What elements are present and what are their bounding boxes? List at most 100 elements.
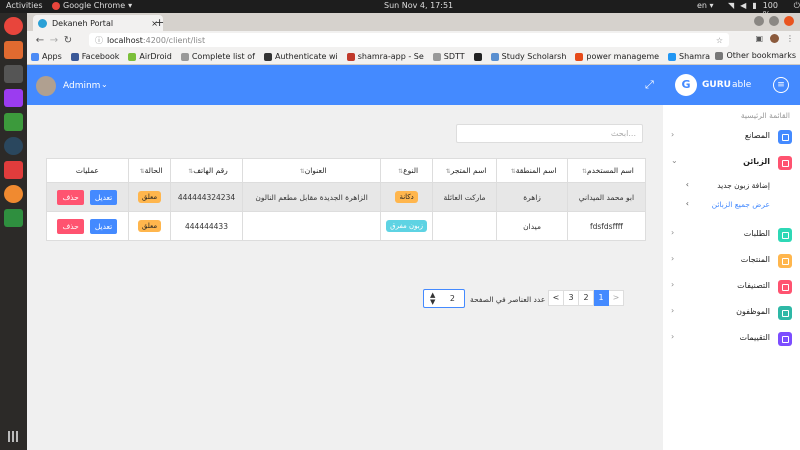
stepper-arrows-icon: ▲ ▼ (430, 291, 436, 306)
sidebar-sub-item[interactable]: › عرض جميع الزبائن (663, 198, 800, 212)
info-icon: ⓘ (95, 35, 103, 45)
edit-button[interactable]: تعديل (89, 189, 118, 205)
sidebar-item[interactable]: الطلبات ‹ (663, 225, 800, 245)
sidebar-item-label: المصانع (744, 131, 770, 140)
bookmark-item[interactable]: SDTT (432, 52, 465, 61)
sidebar-sub-item-label: إضافة زبون جديد (717, 181, 770, 190)
dock-phpstorm-icon[interactable] (4, 89, 23, 107)
column-header[interactable]: العنوان⇅ (241, 158, 382, 183)
app-menu[interactable]: Google Chrome ▾ (52, 1, 132, 10)
sidebar-item-icon (778, 254, 792, 268)
delete-button[interactable]: حذف (57, 218, 84, 234)
bookmark-item[interactable]: Complete list of (180, 52, 255, 61)
dock-files-icon[interactable] (4, 41, 23, 59)
clock[interactable]: Sun Nov 4, 17:51 (384, 1, 453, 10)
maximize-icon[interactable] (769, 16, 779, 26)
navigation-bar: ← → ↻ ⓘ localhost:4200/client/list ☆ ▣ ⋮ (27, 31, 800, 49)
cell-store: ماركت العائلة (431, 182, 498, 212)
pagination-page[interactable]: 3 (563, 290, 579, 306)
dock-app-green-icon[interactable] (4, 113, 23, 131)
dock-terminal-icon[interactable] (4, 65, 23, 83)
bookmark-favicon-icon (180, 52, 189, 61)
dock-chrome-icon[interactable] (4, 17, 23, 35)
sidebar-item[interactable]: الزبائن ⌄ (663, 153, 800, 173)
new-tab-button[interactable]: + (155, 16, 164, 29)
bookmark-item[interactable]: Study Scholarsh (490, 52, 566, 61)
user-menu-chevron-icon[interactable]: ⌄ (101, 80, 108, 89)
clients-table: اسم المستخدم⇅ اسم المنطقة⇅ اسم المتجر⇅ النو… (46, 158, 647, 241)
bookmark-label: Facebook (81, 52, 120, 61)
dock-app-red-icon[interactable] (4, 161, 23, 179)
bookmark-favicon-icon (70, 52, 79, 61)
profile-avatar-icon[interactable] (770, 34, 779, 43)
back-icon[interactable]: ← (33, 35, 47, 46)
user-name[interactable]: Adminm (63, 81, 100, 91)
show-apps-icon[interactable] (8, 431, 19, 442)
minimize-icon[interactable] (754, 16, 764, 26)
type-badge: زبون مفرق (386, 220, 428, 232)
status-badge: معلق (137, 220, 162, 232)
sidebar-item[interactable]: التقييمات ‹ (663, 329, 800, 349)
column-header[interactable]: النوع⇅ (380, 158, 433, 183)
search-input[interactable] (456, 124, 643, 143)
extension-icon[interactable]: ▣ (755, 34, 763, 43)
table-row: ابو محمد الميداني زاهرة ماركت العائلة دكانة… (46, 182, 647, 212)
bookmark-item[interactable]: AirDroid (128, 52, 172, 61)
keyboard-language[interactable]: en ▾ (697, 1, 714, 10)
sidebar-sub-item[interactable]: › إضافة زبون جديد (663, 179, 800, 193)
sidebar-item[interactable]: التصنيفات ‹ (663, 277, 800, 297)
fullscreen-icon[interactable]: ⤢ (645, 78, 654, 92)
column-header[interactable]: اسم المنطقة⇅ (496, 158, 568, 183)
browser-actions: ▣ ⋮ (755, 34, 794, 43)
cell-region: زاهرة (496, 182, 568, 212)
delete-button[interactable]: حذف (57, 189, 84, 205)
browser-tab[interactable]: Dekaneh Portal × (33, 15, 163, 31)
bookmark-item[interactable]: Apps (31, 52, 62, 61)
reload-icon[interactable]: ↻ (61, 35, 75, 46)
bookmark-favicon-icon (31, 52, 39, 61)
activities-button[interactable]: Activities (6, 1, 43, 10)
brand-suffix: able (732, 80, 752, 90)
sidebar-item-icon (778, 280, 792, 294)
cell-status: معلق (127, 211, 172, 241)
bookmark-item[interactable]: shamra-app - Se (346, 52, 424, 61)
close-window-icon[interactable] (784, 16, 794, 26)
sidebar-item[interactable]: المنتجات ‹ (663, 251, 800, 271)
dock-app-orange-icon[interactable] (4, 185, 23, 203)
sidebar-item[interactable]: المصانع ‹ (663, 127, 800, 147)
url-host: localhost (107, 35, 143, 45)
bookmark-item[interactable]: Authenticate wi (263, 52, 338, 61)
sidebar-item-label: الزبائن (743, 157, 770, 166)
bookmark-label: power manageme (586, 52, 660, 61)
column-header-label: اسم المنطقة (515, 166, 557, 175)
bookmark-item[interactable]: power manageme (575, 52, 659, 61)
column-header[interactable]: اسم المستخدم⇅ (566, 158, 647, 183)
column-header[interactable]: رقم الهاتف⇅ (170, 158, 243, 183)
cell-store (431, 211, 498, 241)
menu-toggle-icon[interactable]: ≡ (773, 77, 789, 93)
column-header-label: عمليات (75, 166, 99, 175)
forward-icon[interactable]: → (47, 35, 61, 46)
bookmark-favicon-icon (432, 52, 441, 61)
cell-actions: تعديل حذف (46, 182, 129, 212)
user-avatar[interactable] (36, 76, 56, 96)
other-bookmarks[interactable]: Other bookmarks (711, 51, 796, 60)
pagination-next[interactable]: > (548, 290, 564, 306)
column-header[interactable]: اسم المتجر⇅ (431, 158, 498, 183)
bookmark-star-icon[interactable]: ☆ (716, 36, 723, 45)
dock-steam-icon[interactable] (4, 137, 23, 155)
column-header[interactable]: الحالة⇅ (127, 158, 172, 183)
bookmark-item[interactable]: Facebook (70, 52, 120, 61)
pagination-page[interactable]: 1 (593, 290, 609, 306)
per-page-select[interactable]: 2 ▲ ▼ (423, 289, 465, 308)
browser-menu-icon[interactable]: ⋮ (786, 34, 794, 43)
pagination-page[interactable]: 2 (578, 290, 594, 306)
pagination-prev[interactable]: < (608, 290, 624, 306)
sidebar-item[interactable]: الموظفون ‹ (663, 303, 800, 323)
app-menu-label: Google Chrome (63, 1, 126, 10)
address-bar[interactable]: ⓘ localhost:4200/client/list ☆ (89, 33, 729, 47)
per-page-value: 2 (449, 294, 455, 303)
edit-button[interactable]: تعديل (89, 218, 118, 234)
bookmark-item[interactable] (473, 52, 482, 61)
dock-spreadsheet-icon[interactable] (4, 209, 23, 227)
